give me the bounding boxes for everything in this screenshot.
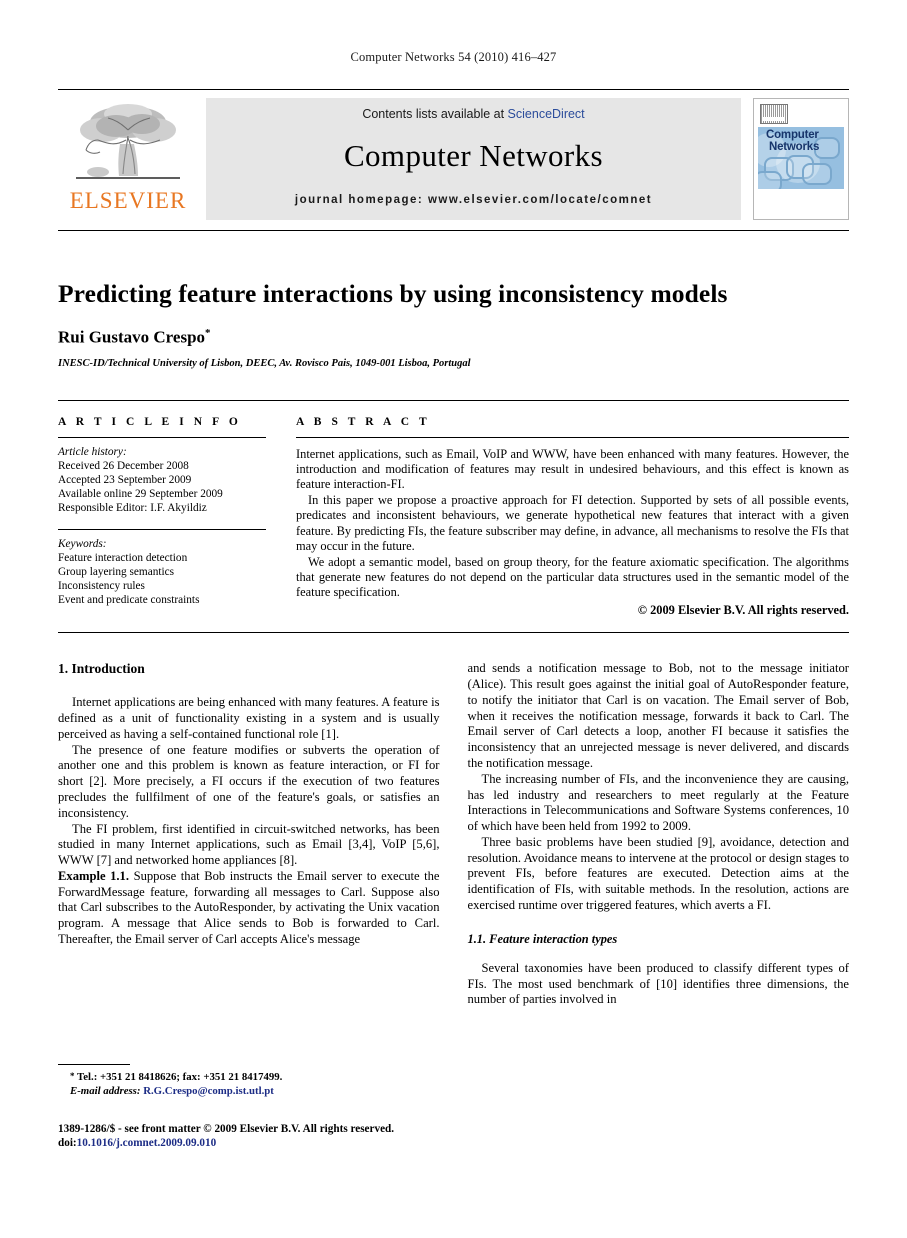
journal-title: Computer Networks	[343, 138, 604, 173]
body-paragraph: The increasing number of FIs, and the in…	[468, 772, 850, 835]
keyword-item: Event and predicate constraints	[58, 594, 200, 607]
article-info-rule	[58, 436, 266, 438]
imprint-doi-line: doi:10.1016/j.comnet.2009.09.010	[58, 1136, 458, 1150]
footnote-contact-line: * Tel.: +351 21 8418626; fax: +351 21 84…	[58, 1070, 448, 1085]
body-column-right: and sends a notification message to Bob,…	[468, 661, 850, 1008]
imprint-block: 1389-1286/$ - see front matter © 2009 El…	[58, 1122, 458, 1150]
body-paragraph-text: and sends a notification message to Bob,…	[467, 661, 850, 770]
footnote-rule	[58, 1064, 130, 1065]
body-paragraph-text: The FI problem, first identified in circ…	[58, 821, 440, 868]
footnote-text: * Tel.: +351 21 8418626; fax: +351 21 84…	[58, 1070, 448, 1098]
abstract-heading: A B S T R A C T	[296, 415, 431, 428]
abstract-top-rule	[58, 399, 849, 401]
sciencedirect-link[interactable]: ScienceDirect	[508, 107, 585, 121]
abstract-paragraph: We adopt a semantic model, based on grou…	[296, 554, 849, 600]
body-paragraph-text: Several taxonomies have been produced to…	[467, 960, 850, 1007]
imprint-issn-line: 1389-1286/$ - see front matter © 2009 El…	[58, 1123, 395, 1135]
paper-page: Computer Networks 54 (2010) 416–427 ELSE…	[0, 0, 907, 1238]
footnote-email-label: E-mail address:	[70, 1084, 141, 1097]
article-history-group: Article history: Received 26 December 20…	[58, 445, 266, 516]
body-paragraph: and sends a notification message to Bob,…	[468, 661, 850, 772]
body-columns: 1. Introduction Internet applications ar…	[58, 661, 849, 1008]
body-paragraph-text: Internet applications are being enhanced…	[58, 695, 440, 741]
subsection-heading-feature-interaction-types: 1.1. Feature interaction types	[467, 931, 618, 946]
elsevier-tree-icon	[76, 104, 180, 179]
abstract-copyright: © 2009 Elsevier B.V. All rights reserved…	[637, 602, 849, 617]
section-heading-introduction: 1. Introduction	[58, 661, 145, 677]
journal-masthead: ELSEVIER Contents lists available at Sci…	[58, 89, 849, 220]
article-history-title: Article history:	[58, 445, 127, 458]
footnote-email-link[interactable]: R.G.Crespo@comp.ist.utl.pt	[143, 1085, 274, 1097]
keyword-item: Inconsistency rules	[58, 580, 145, 593]
body-paragraph: The FI problem, first identified in circ…	[58, 822, 440, 869]
cover-elsevier-mark-icon	[760, 104, 788, 124]
keywords-title: Keywords:	[58, 537, 107, 550]
author-affiliation: INESC-ID/Technical University of Lisbon,…	[58, 357, 471, 369]
body-paragraph-text: Three basic problems have been studied […	[467, 834, 850, 913]
body-paragraph-text: The presence of one feature modifies or …	[58, 742, 440, 820]
footnote-email-line: E-mail address: R.G.Crespo@comp.ist.utl.…	[58, 1085, 448, 1099]
cover-title-line2: Networks	[769, 141, 820, 153]
elsevier-wordmark: ELSEVIER	[69, 188, 187, 213]
abstract-rule	[296, 436, 849, 438]
article-history-item: Responsible Editor: I.F. Akyildiz	[58, 502, 207, 515]
journal-banner: Contents lists available at ScienceDirec…	[206, 98, 741, 220]
contents-available-line: Contents lists available at ScienceDirec…	[362, 107, 584, 121]
body-paragraph-text: The increasing number of FIs, and the in…	[467, 771, 850, 834]
article-history-item: Available online 29 September 2009	[58, 488, 223, 501]
article-info-column: A R T I C L E I N F O Article history: R…	[58, 416, 296, 618]
article-history-item: Accepted 23 September 2009	[58, 474, 192, 487]
abstract-bottom-rule	[58, 632, 849, 634]
body-paragraph: Three basic problems have been studied […	[468, 835, 850, 914]
elsevier-logo: ELSEVIER	[58, 98, 198, 220]
article-info-heading: A R T I C L E I N F O	[58, 415, 242, 428]
example-label: Example 1.1.	[58, 868, 130, 883]
masthead-bottom-rule	[58, 230, 849, 231]
journal-cover-thumbnail: Computer Networks	[753, 98, 849, 220]
article-history-item: Received 26 December 2008	[58, 459, 189, 472]
body-paragraph: Internet applications are being enhanced…	[58, 695, 440, 742]
abstract-paragraph: In this paper we propose a proactive app…	[296, 492, 849, 554]
journal-homepage[interactable]: journal homepage: www.elsevier.com/locat…	[295, 194, 652, 206]
author-name: Rui Gustavo Crespo*	[58, 327, 849, 348]
abstract-column: A B S T R A C T Internet applications, s…	[296, 416, 849, 618]
page-title: Predicting feature interactions by using…	[58, 279, 728, 308]
cover-title-line1: Computer	[766, 129, 819, 141]
contents-prefix: Contents lists available at	[362, 107, 508, 121]
example-paragraph: Example 1.1. Suppose that Bob instructs …	[58, 869, 440, 948]
running-head: Computer Networks 54 (2010) 416–427	[350, 50, 557, 64]
keyword-item: Group layering semantics	[58, 566, 175, 579]
keywords-group: Keywords: Feature interaction detection …	[58, 537, 266, 608]
footnote-block: * Tel.: +351 21 8418626; fax: +351 21 84…	[58, 1064, 448, 1098]
author-label: Rui Gustavo Crespo	[58, 327, 206, 347]
doi-link[interactable]: 10.1016/j.comnet.2009.09.010	[77, 1137, 217, 1149]
footnote-marker: *	[70, 1071, 75, 1081]
body-paragraph: The presence of one feature modifies or …	[58, 743, 440, 822]
keyword-item: Feature interaction detection	[58, 551, 188, 564]
doi-label: doi:	[58, 1137, 77, 1149]
keywords-rule	[58, 528, 266, 530]
body-column-left: 1. Introduction Internet applications ar…	[58, 661, 440, 1008]
abstract-body: Internet applications, such as Email, Vo…	[296, 447, 849, 618]
body-paragraph: Several taxonomies have been produced to…	[468, 961, 850, 1008]
abstract-paragraph: Internet applications, such as Email, Vo…	[296, 446, 849, 492]
cover-title: Computer Networks	[766, 129, 819, 153]
author-footnote-marker[interactable]: *	[205, 327, 211, 339]
footnote-contact: Tel.: +351 21 8418626; fax: +351 21 8417…	[77, 1071, 283, 1083]
